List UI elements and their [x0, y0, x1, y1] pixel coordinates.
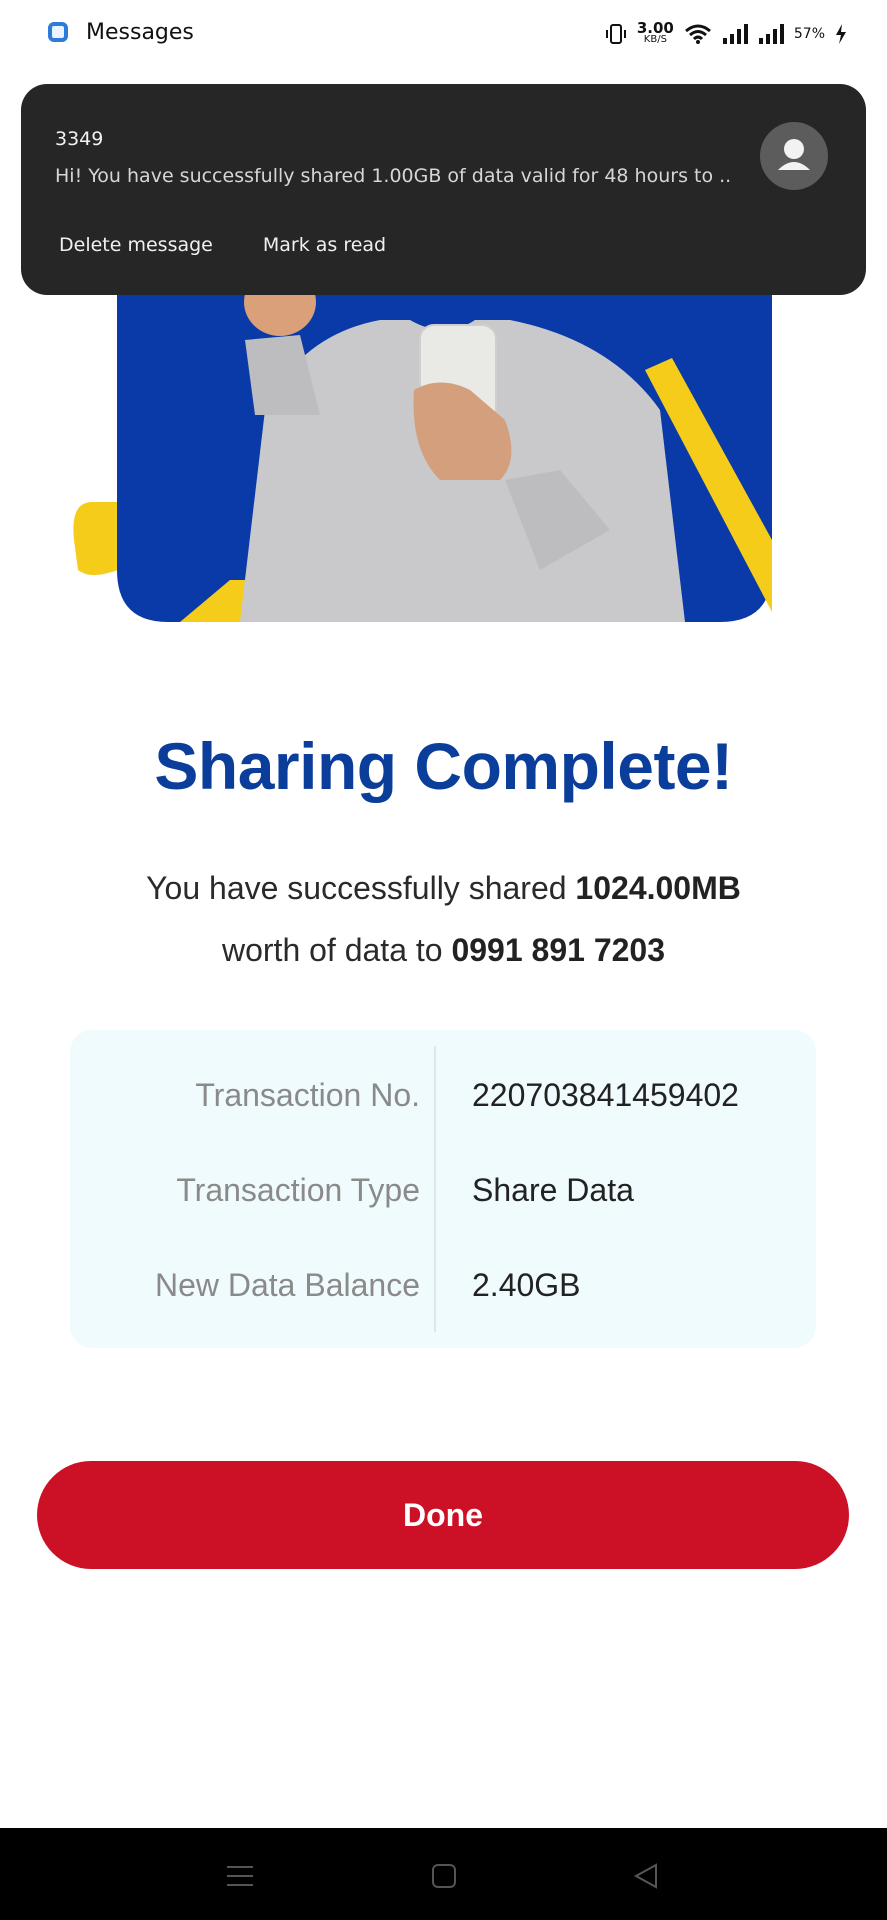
signal-icon-2 — [758, 24, 784, 44]
system-nav-bar — [0, 1828, 887, 1920]
wifi-icon — [684, 24, 711, 44]
done-button[interactable]: Done — [37, 1461, 849, 1569]
person-avatar-icon — [760, 122, 828, 190]
shared-amount: 1024.00MB — [575, 870, 741, 906]
charging-icon — [836, 24, 846, 44]
transaction-details-card: Transaction No. 220703841459402 Transact… — [70, 1030, 816, 1348]
notification-body: Hi! You have successfully shared 1.00GB … — [55, 165, 732, 187]
page-title: Sharing Complete! — [154, 729, 733, 803]
status-indicators: 3.00 KB/S 57% — [605, 18, 847, 50]
description-line-2: worth of data to 0991 891 7203 — [0, 919, 887, 981]
mark-as-read-button[interactable]: Mark as read — [263, 234, 386, 256]
network-speed-unit: KB/S — [643, 34, 667, 45]
recipient-number: 0991 891 7203 — [451, 932, 665, 968]
network-speed-value: 3.00 — [636, 19, 674, 37]
transaction-no-value: 220703841459402 — [472, 1077, 739, 1113]
menu-lines-icon[interactable] — [216, 1852, 264, 1900]
notification-sender: 3349 — [55, 128, 104, 150]
signal-icon-1 — [722, 24, 748, 44]
network-speed: 3.00 KB/S — [636, 19, 674, 46]
description-prefix: You have successfully shared — [146, 870, 567, 906]
transaction-no-label: Transaction No. — [195, 1077, 420, 1113]
delete-message-button[interactable]: Delete message — [59, 234, 213, 256]
home-square-icon[interactable] — [420, 1852, 468, 1900]
vibrate-icon — [605, 24, 626, 44]
new-data-balance-label: New Data Balance — [154, 1267, 420, 1303]
back-triangle-icon[interactable] — [622, 1852, 670, 1900]
transaction-type-label: Transaction Type — [176, 1172, 420, 1208]
message-notification[interactable]: 3349 Hi! You have successfully shared 1.… — [21, 84, 866, 295]
hero-illustration — [73, 240, 772, 622]
status-app-name: Messages — [86, 20, 194, 45]
messages-app-icon — [48, 22, 68, 42]
notification-actions: Delete message Mark as read — [59, 234, 386, 256]
success-description: You have successfully shared 1024.00MB w… — [0, 857, 887, 981]
battery-level: 57% — [793, 26, 825, 42]
new-data-balance-value: 2.40GB — [472, 1267, 581, 1303]
details-divider — [434, 1046, 436, 1332]
description-middle: worth of data to — [221, 932, 443, 968]
description-line-1: You have successfully shared 1024.00MB — [0, 857, 887, 919]
status-bar: Messages 3.00 KB/S 57% — [0, 0, 887, 70]
transaction-type-value: Share Data — [472, 1172, 634, 1208]
